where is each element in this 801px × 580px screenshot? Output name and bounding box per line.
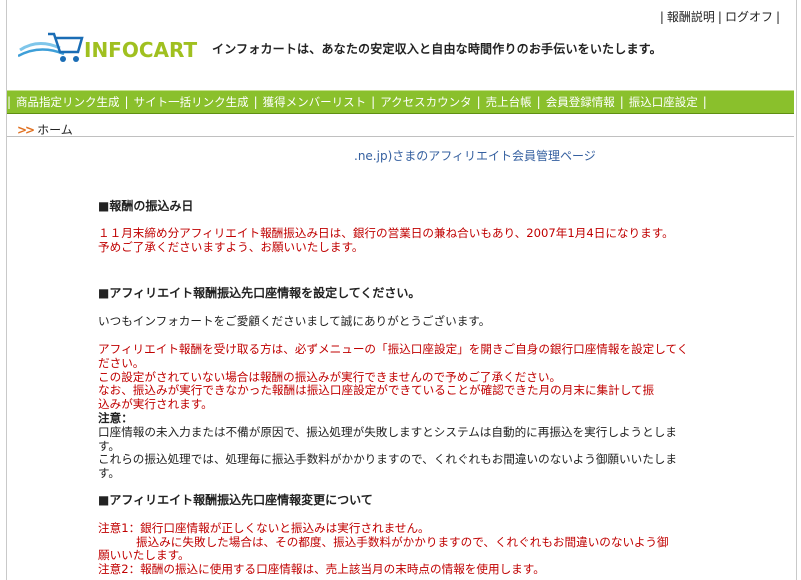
- chevron-right-icon: >>: [17, 123, 35, 137]
- section-heading: ■アフィリエイト報酬振込先口座情報変更について: [98, 492, 373, 507]
- note-text: これらの振込処理では、処理毎に振込手数料がかかりますので、くれぐれもお間違いのな…: [98, 452, 677, 467]
- breadcrumb-home[interactable]: ホーム: [37, 123, 73, 137]
- note-text: す。: [98, 466, 121, 481]
- section-heading: ■報酬の振込み日: [98, 199, 194, 213]
- logo-wordmark: INFOCART: [84, 38, 198, 62]
- reward-help-link[interactable]: 報酬説明: [667, 10, 715, 24]
- caution-text: 振込みに失敗した場合は、その都度、振込手数料がかかりますので、くれぐれもお間違い…: [136, 534, 669, 549]
- menu-item-access-counter[interactable]: アクセスカウンタ: [375, 91, 476, 113]
- main-menu: | 商品指定リンク生成 | サイト一括リンク生成 | 獲得メンバーリスト | アクセスカウンタ…: [7, 90, 794, 114]
- member-title: .ne.jp)さまのアフィリエイト会員管理ページ: [354, 149, 596, 163]
- notice-text: ださい。: [98, 355, 145, 370]
- caution-text: 注意2：報酬の振込に使用する口座情報は、売上該当月の末時点の情報を使用します。: [98, 562, 545, 577]
- menu-item-product-link[interactable]: 商品指定リンク生成: [11, 91, 125, 113]
- notice-text: アフィリエイト報酬を受け取る方は、必ずメニューの「振込口座設定」を開きご自身の銀…: [98, 341, 689, 356]
- notice-text: 込みが実行されます。: [98, 397, 213, 412]
- divider: [7, 136, 794, 137]
- notice-text: １１月末締め分アフィリエイト報酬振込み日は、銀行の営業日の兼ね合いもあり、200…: [98, 225, 674, 240]
- greeting-text: いつもインフォカートをご愛顧くださいまして誠にありがとうございます。: [98, 314, 491, 329]
- logout-link[interactable]: ログオフ: [725, 10, 773, 24]
- menu-item-member-info[interactable]: 会員登録情報: [541, 91, 620, 113]
- infocart-logo[interactable]: INFOCART: [17, 26, 198, 70]
- notice-text: この設定がされていない場合は報酬の振込みが実行できませんので予めご了承ください。: [98, 369, 562, 384]
- caution-text: 注意1：銀行口座情報が正しくないと振込みは実行されません。: [98, 520, 430, 535]
- section-heading: ■アフィリエイト報酬振込先口座情報を設定してください。: [98, 286, 421, 301]
- notice-text: 予めご了承くださいますよう、お願いいたします。: [98, 239, 364, 254]
- top-nav: | 報酬説明 | ログオフ |: [659, 10, 780, 24]
- note-text: す。: [98, 438, 121, 453]
- menu-item-bank-account[interactable]: 振込口座設定: [624, 91, 703, 113]
- menu-item-member-list[interactable]: 獲得メンバーリスト: [258, 91, 372, 113]
- menu-item-site-link[interactable]: サイト一括リンク生成: [129, 91, 254, 113]
- note-label: 注意：: [98, 410, 133, 425]
- notice-text: なお、振込みが実行できなかった報酬は振込口座設定ができていることが確認できた月の…: [98, 383, 655, 398]
- caution-text: 願いいたします。: [98, 548, 190, 563]
- main-content: ■報酬の振込み日 １１月末締め分アフィリエイト報酬振込み日は、銀行の営業日の兼ね…: [98, 199, 698, 577]
- menu-item-sales-ledger[interactable]: 売上台帳: [481, 91, 537, 113]
- tagline: インフォカートは、あなたの安定収入と自由な時間作りのお手伝いをいたします。: [212, 42, 662, 56]
- note-text: 口座情報の未入力または不備が原因で、振込処理が失敗しますとシステムは自動的に再振…: [98, 424, 677, 439]
